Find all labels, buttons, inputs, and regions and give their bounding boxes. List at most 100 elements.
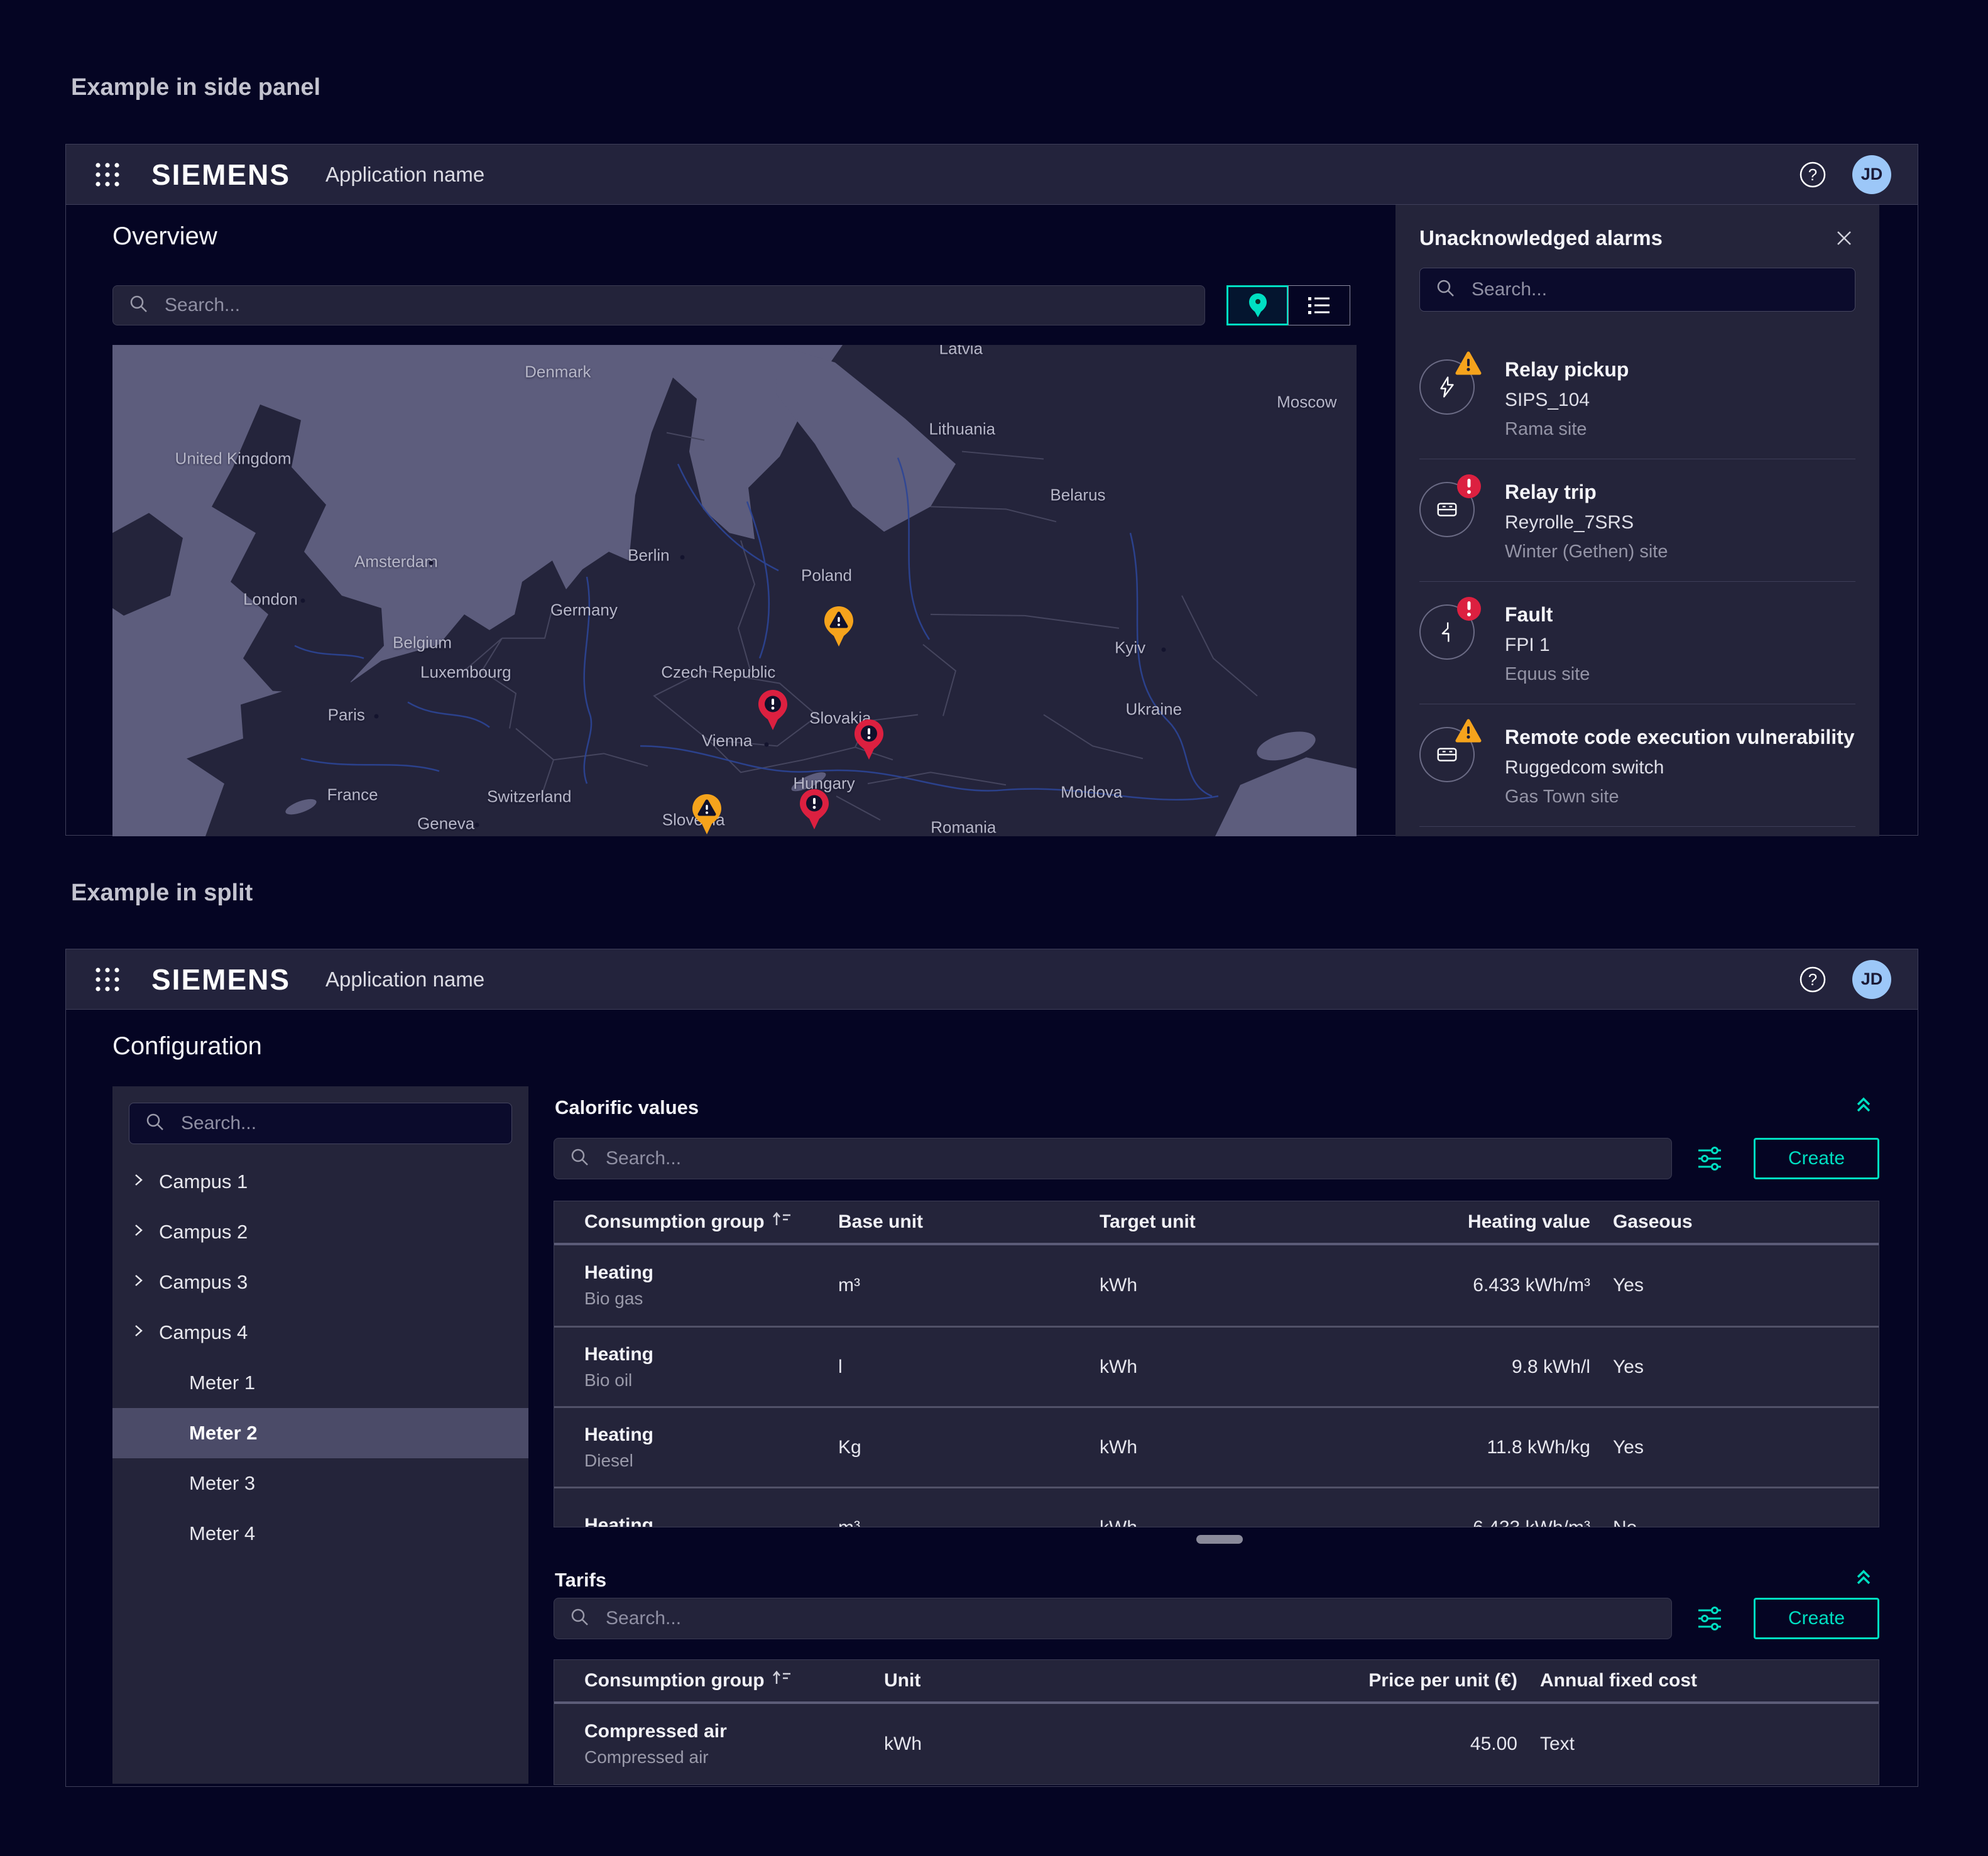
table-row[interactable]: Heating Diesel Kg kWh 11.8 kWh/kg Yes <box>554 1406 1879 1487</box>
alarm-item[interactable]: Door open FPI 1 <box>1419 826 1855 836</box>
sort-ascending-icon[interactable] <box>771 1210 792 1234</box>
cell-gaseous: No <box>1590 1517 1879 1528</box>
create-button[interactable]: Create <box>1754 1138 1879 1179</box>
avatar[interactable]: JD <box>1852 155 1891 194</box>
window-side-panel-example: SIEMENS Application name ? JD Overview <box>65 144 1918 836</box>
create-button[interactable]: Create <box>1754 1598 1879 1639</box>
tree-item-campus-3[interactable]: Campus 3 <box>112 1257 528 1307</box>
cell-consumption-group: Heating <box>584 1424 838 1446</box>
search-input[interactable] <box>1470 278 1840 301</box>
cell-heating-value: 11.8 kWh/kg <box>1351 1437 1590 1458</box>
tree-item-meter-4[interactable]: Meter 4 <box>112 1509 528 1559</box>
avatar[interactable]: JD <box>1852 960 1891 999</box>
map-label: Lithuania <box>929 419 996 439</box>
map-geography <box>112 345 1357 836</box>
page-title: Configuration <box>112 1032 262 1061</box>
help-icon[interactable]: ? <box>1798 160 1827 189</box>
alarm-item[interactable]: Fault FPI 1 Equus site <box>1419 581 1855 704</box>
column-header[interactable]: Price per unit (€) <box>1135 1670 1517 1691</box>
search-icon <box>128 293 150 318</box>
collapse-section-icon[interactable] <box>1852 1091 1876 1115</box>
app-switcher-icon[interactable] <box>92 160 123 190</box>
column-header[interactable]: Consumption group <box>584 1211 765 1233</box>
alarm-title: Remote code execution vulnerability <box>1505 726 1855 749</box>
table-row[interactable]: Heating m³ kWh 6.433 kWh/m³ No <box>554 1487 1879 1527</box>
tree-item-campus-2[interactable]: Campus 2 <box>112 1207 528 1257</box>
table-row[interactable]: Heating Bio oil l kWh 9.8 kWh/l Yes <box>554 1326 1879 1406</box>
map-label: Belgium <box>393 633 452 652</box>
map-label: Ukraine <box>1125 700 1182 719</box>
alarm-site: Gas Town site <box>1505 787 1855 807</box>
cell-consumption-sub: Bio oil <box>584 1370 838 1390</box>
app-switcher-icon[interactable] <box>92 964 123 995</box>
chevron-right-icon <box>130 1221 146 1243</box>
column-header[interactable]: Heating value <box>1351 1211 1590 1233</box>
svg-text:?: ? <box>1808 970 1817 989</box>
cell-consumption-group: Heating <box>584 1262 838 1284</box>
city-dot <box>765 742 769 746</box>
map-pin-error[interactable] <box>798 788 831 831</box>
search-input[interactable] <box>180 1112 496 1135</box>
page-title: Overview <box>112 222 217 251</box>
cell-heating-value: 6.433 kWh/m³ <box>1351 1517 1590 1528</box>
column-header[interactable]: Target unit <box>1100 1211 1351 1233</box>
tree-item-meter-3[interactable]: Meter 3 <box>112 1458 528 1509</box>
table-row[interactable]: Compressed air Compressed air kWh 45.00 … <box>554 1704 1879 1784</box>
search-input[interactable] <box>604 1147 1656 1170</box>
map-pin-warning[interactable] <box>691 793 723 836</box>
alarm-item[interactable]: Remote code execution vulnerability Rugg… <box>1419 704 1855 826</box>
tree-item-label: Meter 3 <box>189 1472 255 1495</box>
sort-ascending-icon[interactable] <box>771 1669 792 1693</box>
page: Example in side panel SIEMENS Applicatio… <box>0 0 1988 1856</box>
search-input[interactable] <box>163 294 1189 317</box>
column-header[interactable]: Annual fixed cost <box>1517 1670 1879 1691</box>
horizontal-scrollbar[interactable] <box>1196 1535 1243 1544</box>
search-input[interactable] <box>604 1607 1656 1630</box>
tree-item-campus-1[interactable]: Campus 1 <box>112 1157 528 1207</box>
alarms-list: Relay pickup SIPS_104 Rama site <box>1419 337 1855 836</box>
chevron-right-icon <box>130 1171 146 1193</box>
application-name: Application name <box>325 968 484 991</box>
map-label: Denmark <box>525 363 591 382</box>
alarm-title: Fault <box>1505 603 1590 626</box>
map-view-button[interactable] <box>1226 285 1289 325</box>
table-row[interactable]: Heating Bio gas m³ kWh 6.433 kWh/m³ Yes <box>554 1245 1879 1326</box>
column-header[interactable]: Gaseous <box>1590 1211 1879 1233</box>
cell-target-unit: kWh <box>1100 1275 1351 1296</box>
help-icon[interactable]: ? <box>1798 965 1827 994</box>
map-pin-error[interactable] <box>853 718 885 761</box>
city-dot <box>374 714 378 719</box>
filter-icon[interactable] <box>1692 1138 1727 1179</box>
map-label: Switzerland <box>487 787 571 807</box>
list-view-button[interactable] <box>1288 285 1350 325</box>
map-pin-error[interactable] <box>756 689 789 731</box>
alarm-device: SIPS_104 <box>1505 390 1629 411</box>
alarm-item[interactable]: Relay pickup SIPS_104 Rama site <box>1419 337 1855 459</box>
tree-item-meter-1[interactable]: Meter 1 <box>112 1358 528 1408</box>
sidebar-tree: Campus 1 Campus 2 Campus 3 Campus 4 Mete… <box>112 1086 528 1784</box>
table-header-row: Consumption group Base unit Target unit … <box>554 1201 1879 1245</box>
close-icon[interactable] <box>1833 227 1855 249</box>
cell-price-per-unit: 45.00 <box>1135 1733 1517 1755</box>
warning-badge-icon <box>1455 718 1482 746</box>
sidebar-search <box>129 1103 512 1144</box>
column-header[interactable]: Consumption group <box>584 1670 765 1691</box>
cell-base-unit: Kg <box>838 1437 1100 1458</box>
cell-gaseous: Yes <box>1590 1357 1879 1378</box>
alarm-item[interactable]: Relay trip Reyrolle_7SRS Winter (Gethen)… <box>1419 459 1855 581</box>
map-canvas[interactable]: DenmarkUnited KingdomAmsterdamBerlinLond… <box>112 345 1357 836</box>
column-header[interactable]: Base unit <box>838 1211 1100 1233</box>
filter-icon[interactable] <box>1692 1598 1727 1639</box>
column-header[interactable]: Unit <box>884 1670 1135 1691</box>
city-dot <box>1162 647 1166 652</box>
section-heading-split: Example in split <box>71 880 253 907</box>
error-badge-icon <box>1456 596 1482 625</box>
tree-item-meter-2-selected[interactable]: Meter 2 <box>112 1408 528 1458</box>
cell-unit: kWh <box>884 1733 1135 1755</box>
tree-item-campus-4[interactable]: Campus 4 <box>112 1307 528 1358</box>
collapse-section-icon[interactable] <box>1852 1564 1876 1588</box>
map-pin-warning[interactable] <box>822 605 855 648</box>
alarm-device: FPI 1 <box>1505 635 1590 656</box>
tree-item-label: Campus 1 <box>159 1171 248 1193</box>
tarifs-section-title: Tarifs <box>555 1569 606 1591</box>
